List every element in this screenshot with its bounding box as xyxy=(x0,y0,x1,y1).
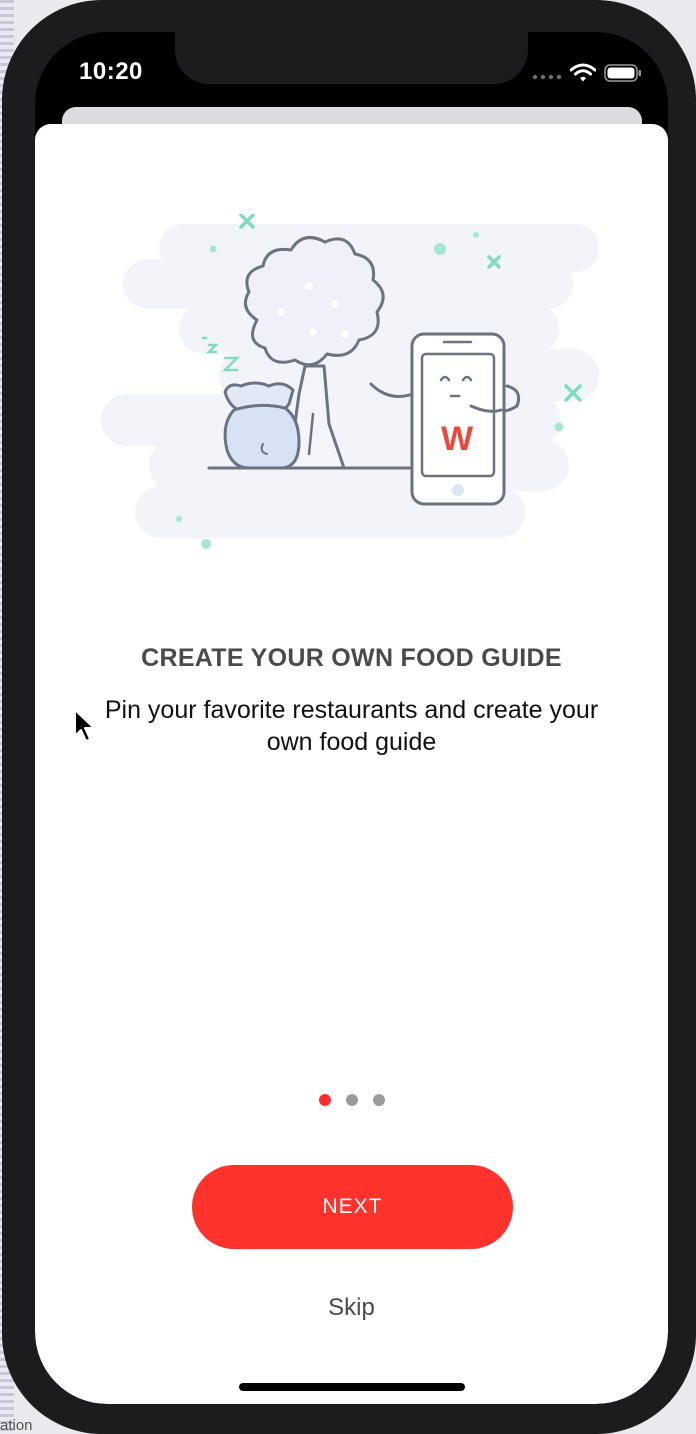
page-indicator xyxy=(35,1094,668,1106)
mouse-cursor-icon xyxy=(74,709,95,742)
skip-button[interactable]: Skip xyxy=(35,1294,668,1322)
page-dot-2[interactable] xyxy=(345,1094,358,1106)
status-icons xyxy=(532,63,642,88)
next-button[interactable]: NEXT xyxy=(192,1165,513,1249)
onboarding-illustration: W xyxy=(99,213,609,564)
home-indicator[interactable] xyxy=(239,1383,465,1391)
onboarding-title: CREATE YOUR OWN FOOD GUIDE xyxy=(141,644,562,672)
wifi-icon xyxy=(569,63,597,88)
desktop-window-caption: ation xyxy=(0,1417,33,1434)
page-dot-1[interactable] xyxy=(318,1094,331,1106)
battery-icon xyxy=(604,63,642,88)
phone-frame: 10:20 W CREATE YOUR OWN FOOD GUIDE Pin y… xyxy=(2,0,696,1434)
onboarding-screen: W CREATE YOUR OWN FOOD GUIDE Pin your fa… xyxy=(35,124,668,1404)
phone-logo-letter: W xyxy=(441,420,474,458)
status-time: 10:20 xyxy=(79,58,143,85)
notch xyxy=(175,32,528,84)
page-dot-3[interactable] xyxy=(372,1094,385,1106)
phone-screen: 10:20 W CREATE YOUR OWN FOOD GUIDE Pin y… xyxy=(35,32,668,1404)
onboarding-description: Pin your favorite restaurants and create… xyxy=(104,696,599,756)
cellular-signal-icon xyxy=(532,67,562,85)
